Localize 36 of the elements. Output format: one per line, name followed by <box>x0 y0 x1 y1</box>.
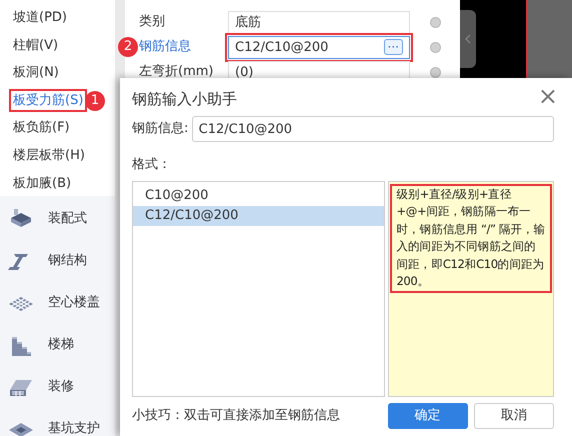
property-label: 钢筋信息 <box>138 38 192 56</box>
format-label: 格式： <box>132 156 172 174</box>
rebar-info-field[interactable]: C12/C10@200 <box>192 116 554 142</box>
category-item[interactable]: 装修 <box>48 377 74 397</box>
more-button[interactable]: ··· <box>384 39 403 55</box>
category-item[interactable]: 钢结构 <box>48 251 87 271</box>
sidebar-item[interactable]: 板负筋(F) <box>13 120 70 136</box>
sidebar-item[interactable]: 柱帽(V) <box>13 38 58 53</box>
close-button[interactable]: × <box>538 84 558 108</box>
callout-number: 1 <box>85 90 105 111</box>
format-item[interactable]: C12/C10@200 <box>133 206 384 226</box>
callout-number: 2 <box>118 37 138 57</box>
dialog-title: 钢筋输入小助手 <box>132 90 237 108</box>
sidebar-item[interactable]: 坡道(PD) <box>13 10 67 25</box>
chevron-left-icon <box>465 34 471 44</box>
format-item[interactable]: C10@200 <box>133 186 384 206</box>
sidebar-item[interactable]: 楼层板带(H) <box>13 148 85 163</box>
confirm-button[interactable]: 确定 <box>388 403 468 429</box>
category-item[interactable]: 基坑支护 <box>48 419 100 436</box>
sidebar-item[interactable]: 板洞(N) <box>13 65 59 80</box>
property-label: 类别 <box>138 13 166 31</box>
property-value[interactable]: 底筋 <box>228 10 410 34</box>
collapse-tab[interactable] <box>460 10 476 68</box>
help-text: 级别+直径/级别+直径+@+间距，钢筋隔一布一时，钢筋信息用 “/” 隔开，输入的间距为不同钢筋之间的间距，即C12和C10的间距为200。 <box>390 184 552 292</box>
category-item[interactable]: 空心楼盖 <box>48 293 100 313</box>
slab-icon <box>8 208 34 230</box>
radio-dot[interactable] <box>430 16 441 28</box>
category-item[interactable]: 装配式 <box>48 209 87 229</box>
property-label: 左弯折(mm) <box>138 63 214 81</box>
sidebar-item[interactable]: 板加腋(B) <box>13 176 72 191</box>
category-item[interactable]: 楼梯 <box>48 335 74 355</box>
field-label: 钢筋信息: <box>132 120 188 138</box>
radio-dot[interactable] <box>430 66 441 78</box>
cancel-button[interactable]: 取消 <box>474 403 554 429</box>
tip-text: 小技巧：双击可直接添加至钢筋信息 <box>132 407 341 426</box>
radio-dot[interactable] <box>430 42 441 52</box>
